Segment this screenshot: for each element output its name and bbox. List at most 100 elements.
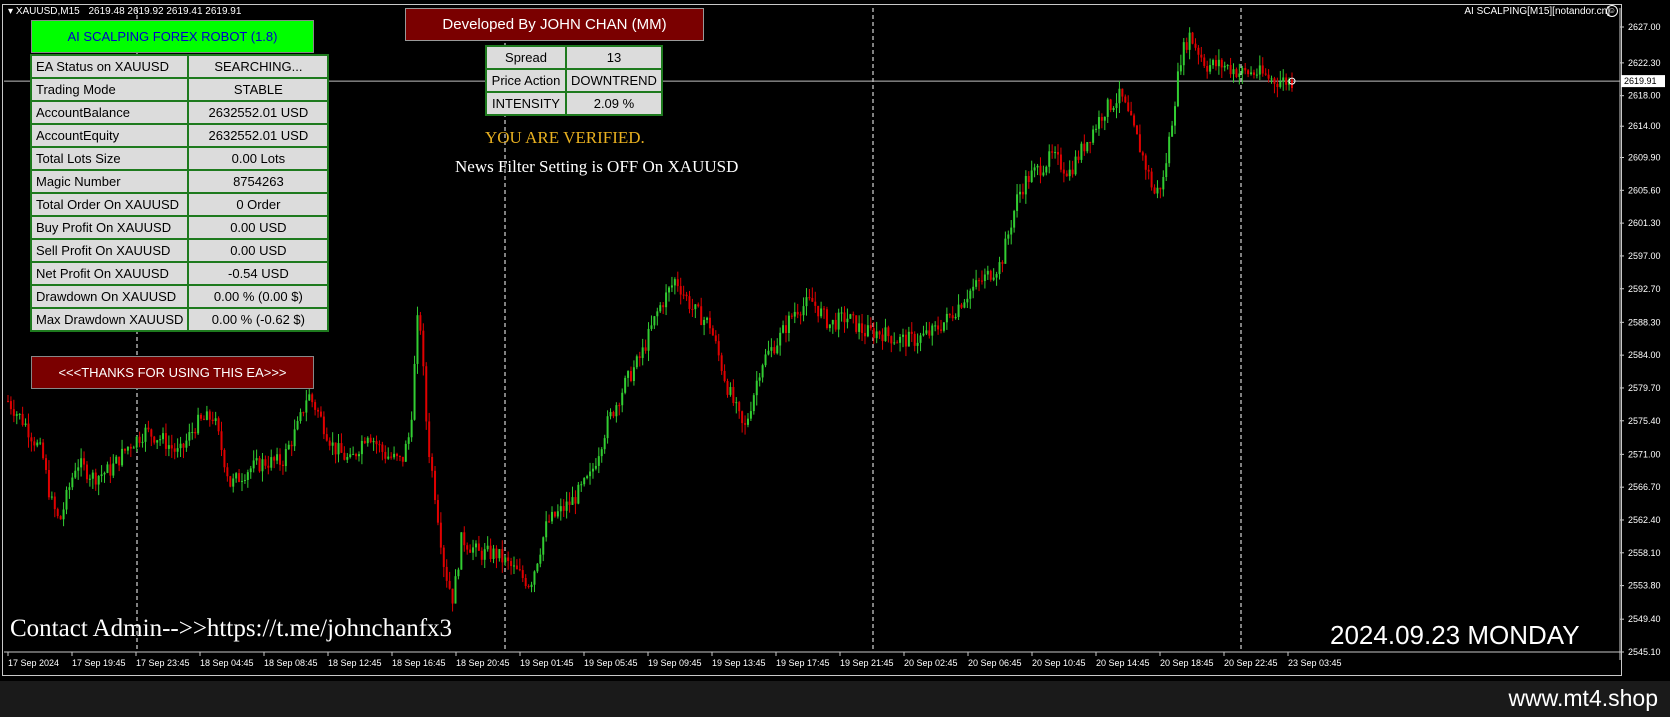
- candle-body: [469, 549, 472, 553]
- price-tick-label: 2579.70: [1628, 383, 1661, 393]
- time-tick-label: 18 Sep 16:45: [392, 658, 446, 668]
- status-row-value: SEARCHING...: [187, 54, 330, 79]
- market-row-key: INTENSITY: [485, 91, 567, 116]
- candle-body: [185, 440, 188, 448]
- candle-body: [787, 315, 790, 333]
- candle-body: [290, 444, 293, 447]
- candle-body: [1220, 59, 1223, 68]
- status-row-value: 0.00 USD: [187, 215, 330, 240]
- candle-body: [799, 314, 802, 316]
- price-tick-label: 2562.40: [1628, 515, 1661, 525]
- candle-body: [30, 437, 33, 442]
- candle-body: [9, 401, 12, 410]
- candle-body: [1074, 156, 1077, 175]
- ea-status-table: EA Status on XAUUSD SEARCHING... Trading M…: [29, 54, 330, 332]
- candle-body: [632, 367, 635, 382]
- candle-body: [1194, 43, 1197, 48]
- candle-body: [138, 436, 141, 443]
- candle-body: [872, 328, 875, 339]
- candle-body: [960, 304, 963, 308]
- watermark: www.mt4.shop: [1508, 685, 1658, 711]
- candle-body: [1062, 169, 1065, 174]
- candle-body: [972, 286, 975, 291]
- candle-body: [793, 311, 796, 317]
- candle-body: [463, 532, 466, 546]
- candle-body: [480, 550, 483, 560]
- price-tick-label: 2592.70: [1628, 284, 1661, 294]
- symbol-header: ▾ XAUUSD,M15 2619.48 2619.92 2619.41 261…: [8, 6, 241, 17]
- candle-body: [53, 496, 56, 510]
- candle-body: [451, 588, 454, 604]
- candle-body: [1144, 155, 1147, 170]
- dropdown-triangle-icon[interactable]: ▾: [8, 6, 13, 17]
- candle-body: [1279, 81, 1282, 87]
- candle-body: [501, 549, 504, 563]
- candle-body: [1267, 74, 1270, 79]
- status-row-key: Total Order On XAUUSD: [29, 192, 190, 217]
- status-row-key: Max Drawdown XAUUSD: [29, 307, 190, 332]
- candle-body: [755, 380, 758, 396]
- time-tick-label: 18 Sep 20:45: [456, 658, 510, 668]
- candle-body: [59, 516, 62, 520]
- candle-body: [390, 456, 393, 458]
- candle-body: [1229, 65, 1232, 75]
- smile-icon[interactable]: ☺: [1606, 5, 1618, 17]
- time-tick-label: 17 Sep 2024: [8, 658, 59, 668]
- candle-body: [474, 543, 477, 548]
- candle-body: [205, 411, 208, 420]
- candle-body: [568, 501, 571, 505]
- status-row: Total Lots Size 0.00 Lots: [29, 146, 330, 171]
- candle-body: [694, 304, 697, 310]
- candle-body: [1188, 32, 1191, 50]
- candle-body: [533, 571, 536, 585]
- candle-body: [50, 496, 53, 498]
- candle-body: [1174, 106, 1177, 126]
- candle-body: [521, 570, 524, 579]
- candle-body: [88, 478, 91, 480]
- time-tick-label: 19 Sep 05:45: [584, 658, 638, 668]
- candle-body: [665, 292, 668, 308]
- candle-body: [609, 412, 612, 417]
- price-tick-label: 2549.40: [1628, 614, 1661, 624]
- candle-body: [954, 316, 957, 319]
- candle-body: [711, 328, 714, 336]
- time-tick-label: 20 Sep 18:45: [1160, 658, 1214, 668]
- candle-body: [761, 365, 764, 378]
- candle-body: [1270, 78, 1273, 80]
- status-row: Drawdown On XAUUSD 0.00 % (0.00 $): [29, 284, 330, 309]
- candle-body: [1214, 60, 1217, 67]
- price-tick-label: 2618.00: [1628, 91, 1661, 101]
- status-row: AccountEquity 2632552.01 USD: [29, 123, 330, 148]
- candle-body: [673, 279, 676, 286]
- candle-body: [194, 431, 197, 434]
- candle-body: [504, 557, 507, 563]
- candle-body: [1100, 117, 1103, 121]
- candle-body: [1068, 169, 1071, 177]
- candle-body: [697, 304, 700, 307]
- candle-body: [515, 565, 518, 570]
- candle-body: [1133, 115, 1136, 126]
- time-tick-label: 19 Sep 21:45: [840, 658, 894, 668]
- candle-body: [726, 380, 729, 395]
- candle-body: [445, 566, 448, 581]
- candle-body: [904, 334, 907, 347]
- candle-body: [1030, 170, 1033, 182]
- time-tick-label: 19 Sep 13:45: [712, 658, 766, 668]
- candle-body: [764, 354, 767, 366]
- candle-body: [42, 442, 45, 459]
- candle-body: [556, 511, 559, 517]
- candle-body: [855, 315, 858, 332]
- candle-body: [1033, 167, 1036, 171]
- candle-body: [68, 487, 71, 490]
- market-row: Spread 13: [485, 45, 663, 70]
- candle-body: [229, 476, 232, 487]
- candle-body: [167, 445, 170, 449]
- status-row-key: Net Profit On XAUUSD: [29, 261, 190, 286]
- candle-body: [1203, 57, 1206, 66]
- status-row-value: STABLE: [187, 77, 330, 102]
- candle-body: [273, 457, 276, 461]
- candle-body: [586, 476, 589, 479]
- candle-body: [132, 447, 135, 449]
- price-tick-label: 2597.00: [1628, 251, 1661, 261]
- news-filter-text: News Filter Setting is OFF On XAUUSD: [455, 157, 739, 176]
